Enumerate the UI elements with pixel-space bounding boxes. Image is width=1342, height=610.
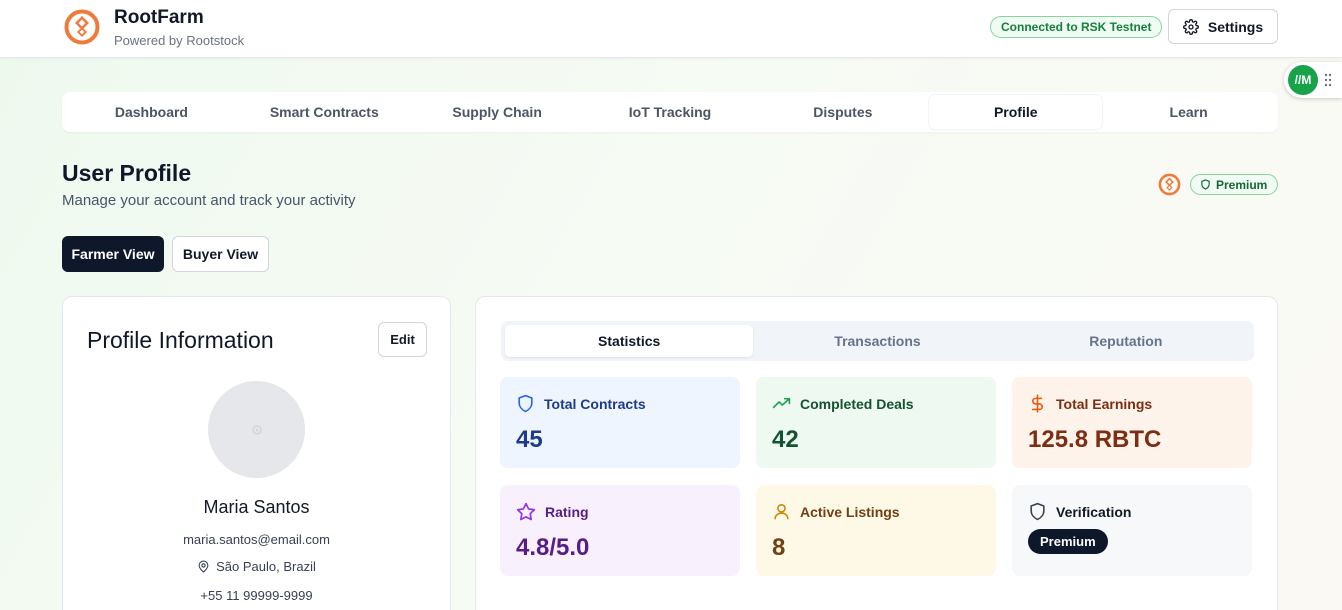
stat-label: Verification: [1056, 503, 1132, 520]
stat-value: 125.8 RBTC: [1028, 426, 1162, 453]
brand: RootFarm Powered by Rootstock: [114, 7, 244, 48]
connection-status-badge: Connected to RSK Testnet: [990, 16, 1163, 38]
stat-label: Active Listings: [800, 503, 900, 520]
stat-label: Total Contracts: [544, 395, 646, 412]
stat-value: 8: [772, 534, 786, 561]
tab-profile[interactable]: Profile: [929, 95, 1103, 129]
stat-card-total-earnings: Total Earnings 125.8 RBTC: [1012, 377, 1252, 468]
tab-supply-chain[interactable]: Supply Chain: [411, 95, 584, 129]
stat-card-verification: Verification Premium: [1012, 485, 1252, 576]
stat-value: 4.8/5.0: [516, 534, 590, 561]
user-icon: [772, 502, 791, 521]
user-name: Maria Santos: [203, 497, 310, 517]
avatar: [208, 381, 305, 478]
stat-label: Total Earnings: [1056, 395, 1153, 412]
rootstock-logo-icon: [1158, 173, 1181, 196]
farmer-view-button[interactable]: Farmer View: [62, 236, 164, 272]
user-location: São Paulo, Brazil: [63, 559, 450, 574]
map-pin-icon: [197, 559, 210, 574]
page-subtitle: Manage your account and track your activ…: [62, 192, 356, 209]
avatar-placeholder-icon: [251, 424, 262, 435]
brand-name: RootFarm: [114, 7, 204, 28]
rootstock-logo-icon: [64, 9, 100, 45]
stat-value: 45: [516, 426, 543, 453]
main-nav-tabs: Dashboard Smart Contracts Supply Chain I…: [62, 92, 1278, 132]
brand-subtitle: Powered by Rootstock: [114, 33, 245, 48]
premium-badge: Premium: [1190, 174, 1279, 195]
shield-icon: [1028, 502, 1047, 521]
settings-button[interactable]: Settings: [1168, 9, 1278, 44]
page-title: User Profile: [62, 160, 192, 186]
stat-label: Rating: [545, 504, 589, 520]
tab-transactions[interactable]: Transactions: [753, 325, 1001, 357]
stat-card-rating: Rating 4.8/5.0: [500, 485, 740, 576]
profile-information-card: Profile Information Edit Maria Santos ma…: [62, 296, 451, 610]
stat-card-completed-deals: Completed Deals 42: [756, 377, 996, 468]
dollar-icon: [1028, 394, 1047, 413]
stat-value: 42: [772, 426, 799, 453]
tab-disputes[interactable]: Disputes: [756, 95, 929, 129]
tab-iot-tracking[interactable]: IoT Tracking: [584, 95, 757, 129]
stats-panel: Statistics Transactions Reputation Total…: [475, 296, 1278, 610]
shield-icon: [516, 394, 535, 413]
user-email: maria.santos@email.com: [183, 532, 330, 547]
premium-badge-label: Premium: [1216, 177, 1268, 192]
trending-up-icon: [772, 394, 791, 413]
tab-statistics[interactable]: Statistics: [505, 325, 754, 357]
stat-card-total-contracts: Total Contracts 45: [500, 377, 740, 468]
shield-icon: [1200, 179, 1211, 190]
edit-profile-button[interactable]: Edit: [378, 322, 427, 357]
wallet-widget[interactable]: //M: [1284, 62, 1342, 98]
stat-card-active-listings: Active Listings 8: [756, 485, 996, 576]
stats-sub-tabs: Statistics Transactions Reputation: [501, 321, 1254, 361]
tab-learn[interactable]: Learn: [1102, 95, 1275, 129]
settings-label: Settings: [1207, 18, 1264, 35]
user-location-text: São Paulo, Brazil: [216, 559, 316, 574]
star-icon: [516, 502, 536, 522]
app-header: RootFarm Powered by Rootstock Connected …: [0, 0, 1342, 58]
wallet-widget-icon: //M: [1288, 65, 1318, 95]
profile-heading: Profile Information: [87, 327, 274, 353]
tab-smart-contracts[interactable]: Smart Contracts: [238, 95, 411, 129]
user-phone: +55 11 99999-9999: [200, 588, 313, 603]
stat-label: Completed Deals: [800, 395, 914, 412]
tab-dashboard[interactable]: Dashboard: [65, 95, 238, 129]
drag-handle-icon[interactable]: [1324, 73, 1332, 87]
tab-reputation[interactable]: Reputation: [1002, 325, 1250, 357]
verification-badge: Premium: [1028, 529, 1108, 554]
gear-icon: [1182, 18, 1199, 35]
buyer-view-button[interactable]: Buyer View: [172, 236, 269, 272]
